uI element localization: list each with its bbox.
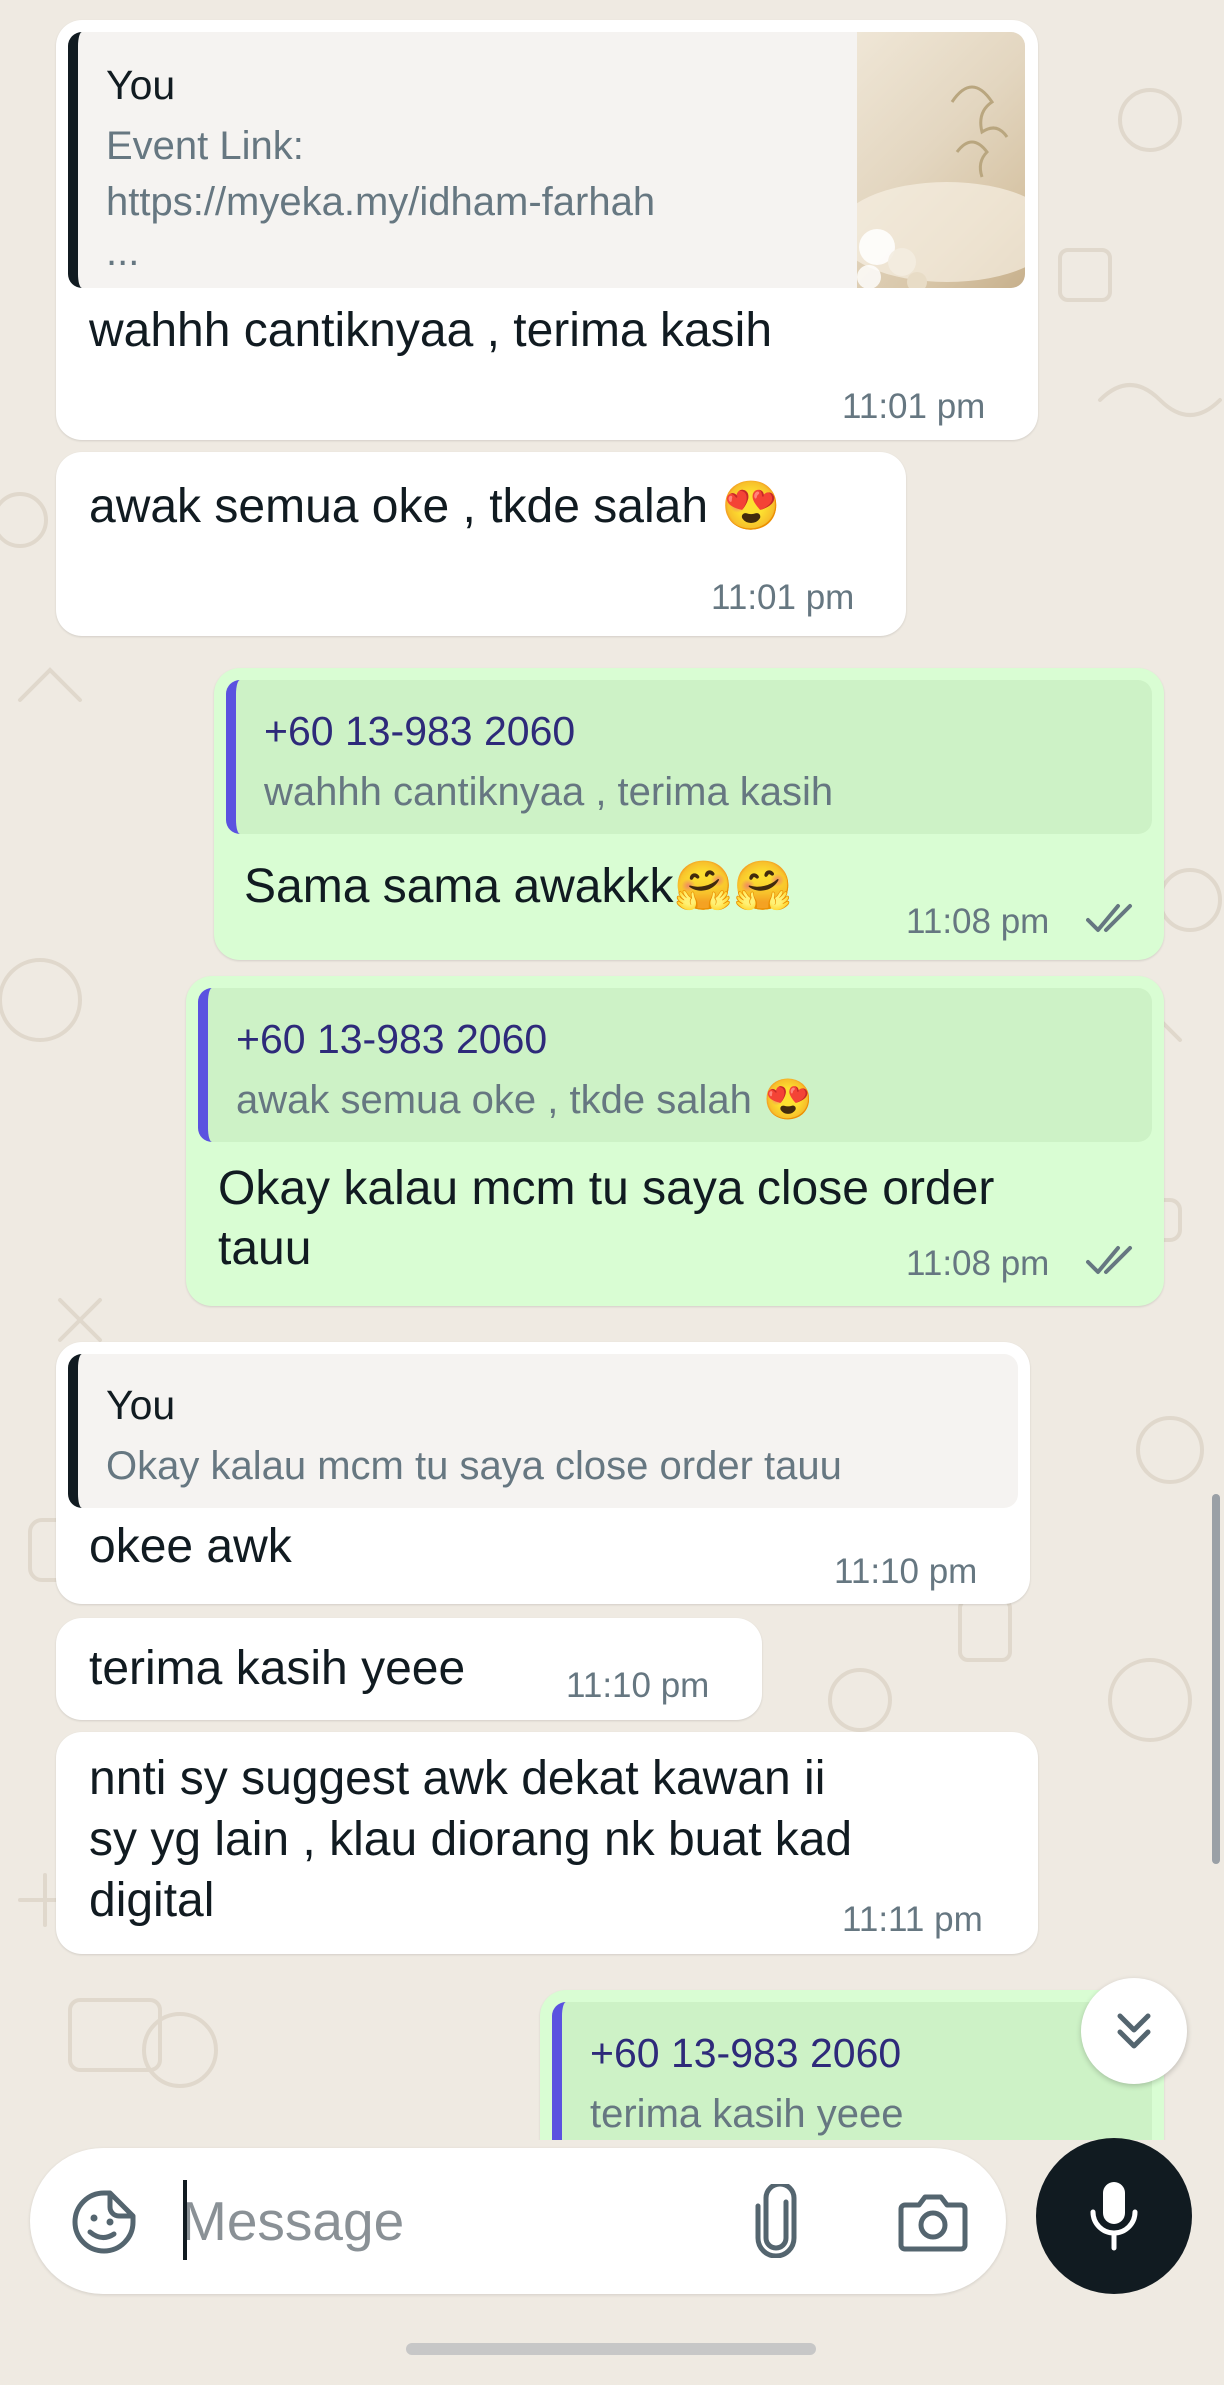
quoted-text: wahhh cantiknyaa , terima kasih (264, 770, 834, 814)
message-bubble-incoming[interactable]: You Event Link: https://myeka.my/idham-f… (56, 20, 1038, 440)
message-list[interactable]: You Event Link: https://myeka.my/idham-f… (0, 0, 1224, 2140)
double-chevron-down-icon (1117, 2013, 1151, 2049)
quoted-author: +60 13-983 2060 (236, 1016, 548, 1062)
message-text-line: digital (89, 1874, 215, 1927)
scroll-to-bottom-button[interactable] (1081, 1978, 1187, 2084)
paperclip-icon (755, 2184, 797, 2258)
message-text: terima kasih yeee (89, 1642, 466, 1695)
message-input[interactable] (181, 2183, 721, 2259)
message-timestamp: 11:08 pm (906, 902, 1050, 941)
message-text: awak semua oke , tkde salah 😍 (89, 480, 782, 533)
read-receipt-icon (1086, 1246, 1132, 1274)
camera-button[interactable] (888, 2180, 978, 2264)
read-receipt-icon (1086, 904, 1132, 932)
message-bubble-incoming[interactable]: terima kasih yeee 11:10 pm (56, 1618, 762, 1720)
sticker-emoji-icon (72, 2190, 136, 2254)
message-timestamp: 11:01 pm (842, 387, 986, 426)
quoted-author: You (106, 1382, 176, 1428)
attach-button[interactable] (734, 2176, 818, 2266)
message-text: okee awk (89, 1520, 292, 1573)
message-text: Sama sama awakkk🤗🤗 (244, 860, 794, 913)
camera-icon (898, 2194, 968, 2252)
message-timestamp: 11:10 pm (566, 1666, 710, 1705)
text-caret (183, 2180, 187, 2260)
quoted-text-ellipsis: ... (106, 230, 140, 274)
quoted-author: +60 13-983 2060 (264, 708, 576, 754)
quoted-text: terima kasih yeee (590, 2092, 904, 2136)
message-bubble-incoming[interactable]: You Okay kalau mcm tu saya close order t… (56, 1342, 1030, 1604)
message-timestamp: 11:08 pm (906, 1244, 1050, 1283)
message-text: wahhh cantiknyaa , terima kasih (89, 304, 773, 357)
message-text-line: Okay kalau mcm tu saya close order (218, 1162, 995, 1215)
quoted-text-line: https://myeka.my/idham-farhah (106, 180, 656, 224)
invitation-card-image (857, 85, 1025, 288)
home-indicator[interactable] (406, 2343, 816, 2355)
quoted-text-line: Event Link: (106, 124, 304, 168)
message-bubble-outgoing[interactable]: +60 13-983 2060 wahhh cantiknyaa , terim… (214, 668, 1164, 960)
quoted-message[interactable]: You Okay kalau mcm tu saya close order t… (68, 1354, 1018, 1508)
quoted-author: +60 13-983 2060 (590, 2030, 902, 2076)
message-bubble-outgoing[interactable]: +60 13-983 2060 terima kasih yeee (540, 1990, 1164, 2140)
message-bubble-incoming[interactable]: nnti sy suggest awk dekat kawan ii sy yg… (56, 1732, 1038, 1954)
quoted-link-thumbnail (857, 32, 1025, 288)
quoted-text: Okay kalau mcm tu saya close order tauu (106, 1444, 842, 1488)
message-text-line: tauu (218, 1222, 312, 1275)
voice-record-button[interactable] (1036, 2138, 1192, 2294)
message-text-line: sy yg lain , klau diorang nk buat kad (89, 1813, 853, 1866)
quoted-message[interactable]: +60 13-983 2060 awak semua oke , tkde sa… (198, 988, 1152, 1142)
message-text-line: nnti sy suggest awk dekat kawan ii (89, 1752, 826, 1805)
quoted-message[interactable]: You Event Link: https://myeka.my/idham-f… (68, 32, 1025, 288)
quoted-text: awak semua oke , tkde salah 😍 (236, 1078, 813, 1122)
microphone-icon (1090, 2182, 1138, 2251)
quoted-author: You (106, 62, 176, 108)
sticker-button[interactable] (64, 2182, 144, 2262)
quoted-message[interactable]: +60 13-983 2060 wahhh cantiknyaa , terim… (226, 680, 1152, 834)
quoted-message[interactable]: +60 13-983 2060 terima kasih yeee (552, 2002, 1152, 2140)
message-timestamp: 11:10 pm (834, 1552, 978, 1591)
message-bubble-outgoing[interactable]: +60 13-983 2060 awak semua oke , tkde sa… (186, 976, 1164, 1306)
message-timestamp: 11:01 pm (711, 578, 855, 617)
message-bubble-incoming[interactable]: awak semua oke , tkde salah 😍 11:01 pm (56, 452, 906, 636)
message-timestamp: 11:11 pm (842, 1900, 983, 1939)
chat-scrollbar[interactable] (1212, 1494, 1220, 1864)
